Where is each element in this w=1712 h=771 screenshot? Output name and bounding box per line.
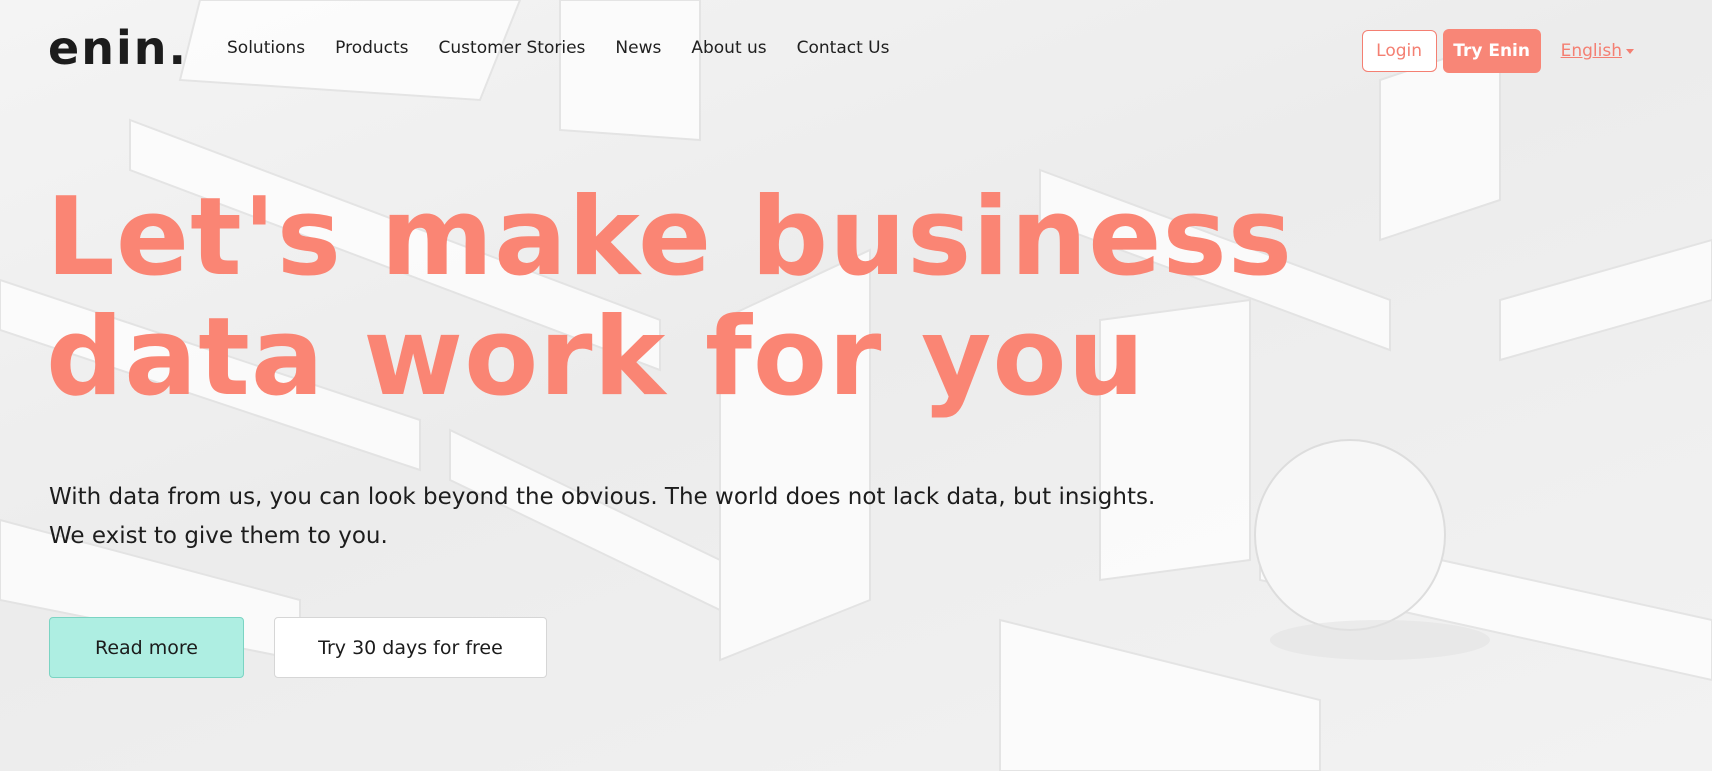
language-selector[interactable]: English: [1561, 41, 1634, 61]
nav-solutions[interactable]: Solutions: [227, 38, 305, 58]
free-trial-button[interactable]: Try 30 days for free: [274, 617, 547, 678]
try-enin-button[interactable]: Try Enin: [1442, 29, 1541, 73]
navbar: enin. Solutions Products Customer Storie…: [0, 0, 1712, 100]
read-more-button[interactable]: Read more: [49, 617, 244, 678]
hero-subtitle-line-2: We exist to give them to you.: [49, 523, 388, 549]
nav-customer-stories[interactable]: Customer Stories: [439, 38, 586, 58]
nav-contact-us[interactable]: Contact Us: [797, 38, 890, 58]
hero-subtitle: With data from us, you can look beyond t…: [49, 478, 1249, 556]
chevron-down-icon: [1626, 48, 1634, 54]
language-label: English: [1560, 41, 1622, 61]
nav-products[interactable]: Products: [335, 38, 408, 58]
logo-text: enin.: [48, 21, 188, 75]
hero-subtitle-line-1: With data from us, you can look beyond t…: [49, 484, 1156, 510]
nav-news[interactable]: News: [615, 38, 661, 58]
hero-title: Let's make business data work for you: [46, 175, 1294, 420]
main-nav: Solutions Products Customer Stories News…: [227, 38, 920, 58]
nav-actions: Login Try Enin English: [1361, 29, 1634, 73]
hero-actions: Read more Try 30 days for free: [49, 617, 547, 678]
nav-about-us[interactable]: About us: [691, 38, 766, 58]
login-button[interactable]: Login: [1361, 30, 1437, 72]
enin-logo[interactable]: enin.: [48, 21, 188, 75]
